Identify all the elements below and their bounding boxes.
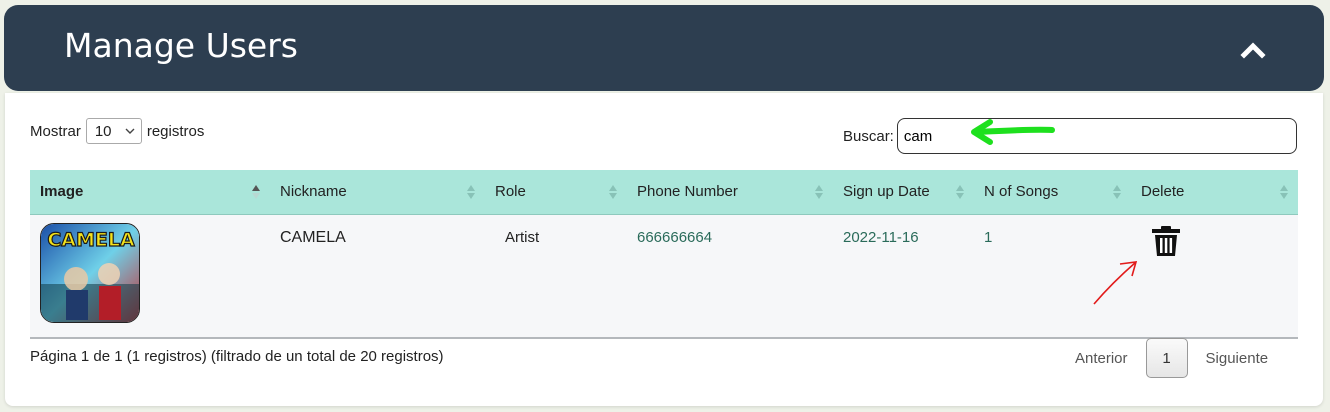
column-label: Role [495,183,526,201]
column-header-phone[interactable]: Phone Number [627,170,833,215]
column-label: Delete [1141,183,1185,201]
sort-icon [467,185,475,199]
length-suffix: registros [146,122,205,140]
sort-icon [609,185,617,199]
table-header-row: Image Nickname Role Phone Number Sign up… [30,170,1298,215]
cell-delete [1131,214,1298,339]
trash-icon[interactable] [1151,225,1181,257]
cell-phone: 666666664 [627,214,833,339]
chevron-up-icon [1240,42,1266,59]
page-length-value: 10 [94,122,112,140]
column-header-song-count[interactable]: N of Songs [974,170,1131,215]
page-length-control: Mostrar 10 registros [30,118,204,144]
pagination: Anterior 1 Siguiente [1075,338,1268,378]
album-cover-image: CAMELA [41,223,139,322]
cell-image: CAMELA [30,214,270,339]
cell-role: Artist [485,214,627,339]
search-control: Buscar: [843,118,1297,154]
search-label: Buscar: [843,127,894,145]
cell-song-count: 1 [974,214,1131,339]
cell-signup-date: 2022-11-16 [833,214,974,339]
column-label: Phone Number [637,183,738,201]
chevron-down-icon [125,128,135,134]
next-page-button[interactable]: Siguiente [1206,350,1269,367]
column-header-delete[interactable]: Delete [1131,170,1298,215]
column-label: Nickname [280,183,347,201]
sort-icon [1280,185,1288,199]
previous-page-button[interactable]: Anterior [1075,350,1128,367]
page-title: Manage Users [64,26,298,65]
column-header-image[interactable]: Image [30,170,270,215]
table-row: CAMELA CAMELA Artist 666666664 2022-11-1… [30,214,1298,339]
column-label: N of Songs [984,183,1059,201]
sort-icon [815,185,823,199]
panel-body: Mostrar 10 registros Buscar: Image Nickn… [5,93,1323,406]
collapse-button[interactable] [1238,35,1268,65]
sort-ascending-icon [252,185,260,199]
sort-icon [1113,185,1121,199]
user-avatar-image: CAMELA [40,222,140,323]
users-table: Image Nickname Role Phone Number Sign up… [30,170,1298,339]
page-button-current[interactable]: 1 [1145,338,1188,378]
column-label: Image [40,183,84,201]
role-text: Artist [505,228,540,246]
page-length-select[interactable]: 10 [85,118,142,144]
length-prefix: Mostrar [30,122,81,140]
panel-header: Manage Users [4,5,1324,91]
sort-icon [956,185,964,199]
cell-nickname: CAMELA [270,214,485,339]
search-input[interactable] [896,118,1297,154]
column-header-nickname[interactable]: Nickname [270,170,485,215]
table-info: Página 1 de 1 (1 registros) (filtrado de… [30,348,444,365]
column-header-signup-date[interactable]: Sign up Date [833,170,974,215]
column-label: Sign up Date [843,183,930,201]
cover-text: CAMELA [47,229,135,251]
column-header-role[interactable]: Role [485,170,627,215]
